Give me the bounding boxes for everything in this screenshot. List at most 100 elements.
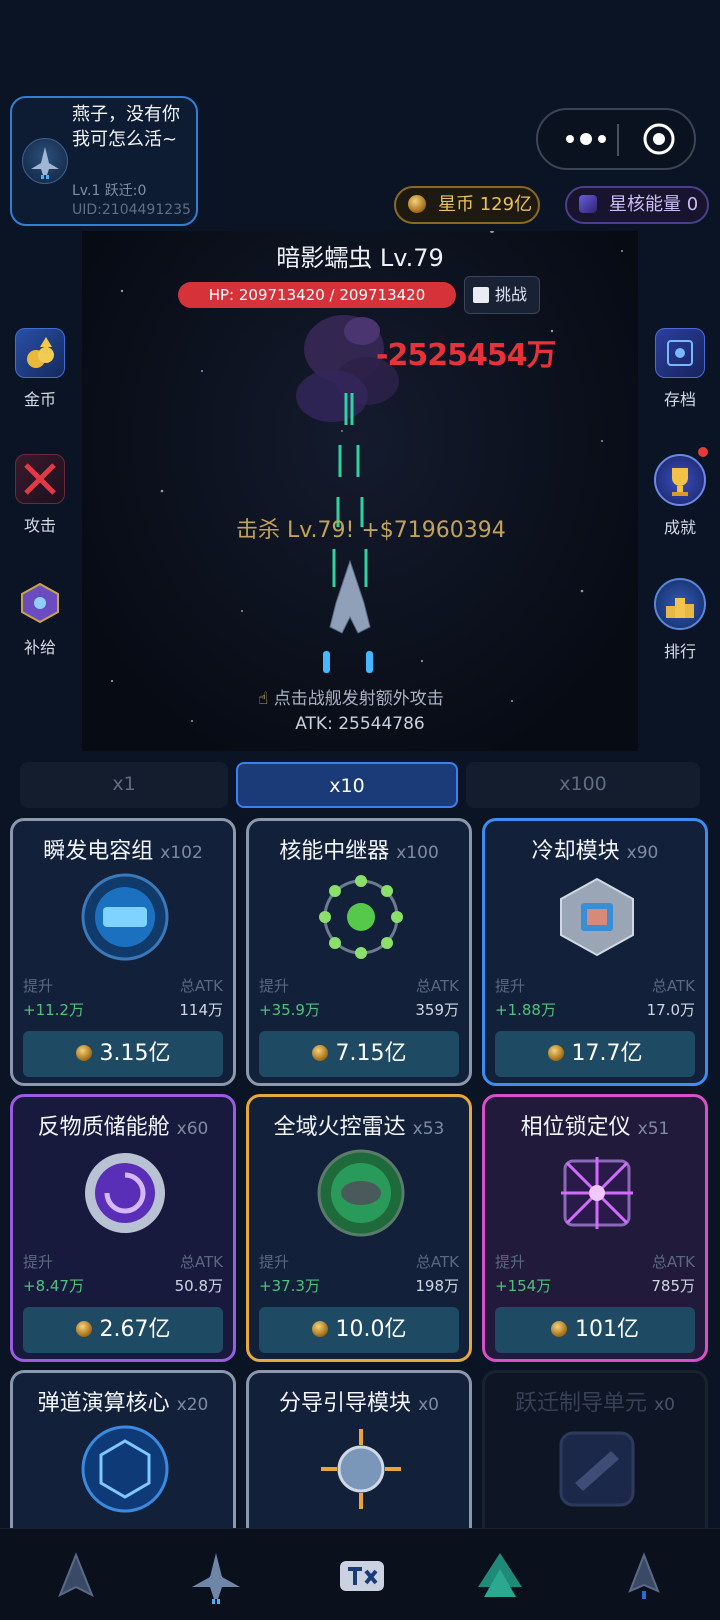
nav-warship-icon[interactable] [186,1547,246,1607]
module-card[interactable]: 冷却模块 x90 提升 总ATK +1.88万 17.0万 17.7亿 [482,818,708,1086]
side-button-ranking-label: 排行 [663,642,696,661]
more-dots-icon[interactable] [558,124,614,154]
tap-hint-text: 点击战舰发射额外攻击 [273,689,444,709]
buy-button[interactable]: 2.67亿 [23,1307,223,1353]
total-atk-value: 17.0万 [646,1001,695,1019]
laser-bullets [332,393,368,587]
module-card[interactable]: 全域火控雷达 x53 提升 总ATK +37.3万 198万 10.0亿 [246,1094,472,1362]
challenge-checkbox[interactable] [473,287,489,303]
damage-number: -2525454万 [376,338,557,373]
upgrade-label: 提升 [23,977,54,995]
module-card[interactable]: 瞬发电容组 x102 提升 总ATK +11.2万 114万 3.15亿 [10,818,236,1086]
module-count: x53 [412,1119,445,1139]
module-count: x20 [176,1395,209,1415]
module-count: x51 [637,1119,670,1139]
attack-value: ATK: 25544786 [295,714,425,734]
module-count: x90 [626,843,659,863]
side-button-ranking[interactable]: 排行 [640,578,720,662]
side-button-achievements[interactable]: 成就 [640,454,720,538]
module-count: x0 [418,1395,439,1415]
buy-button[interactable]: 17.7亿 [495,1031,695,1077]
player-level: Lv.1 跃迁:0 [72,183,147,199]
antimatter-pod-icon [85,1153,165,1233]
upgrade-value: +154万 [495,1277,552,1295]
side-button-supply-label: 补给 [23,638,56,657]
player-avatar[interactable] [22,138,68,184]
module-card[interactable]: 反物质储能舱 x60 提升 总ATK +8.47万 50.8万 2.67亿 [10,1094,236,1362]
buy-cost: 3.15亿 [99,1041,171,1066]
module-name: 全域火控雷达 [273,1115,406,1140]
nav-upgrade-logo-icon[interactable] [332,1547,392,1607]
crossed-swords-icon [15,454,65,504]
buy-cost: 2.67亿 [99,1317,171,1342]
side-button-gold[interactable]: 金币 [0,328,80,410]
module-card[interactable]: 分导引导模块 x0 [246,1370,472,1528]
buy-button[interactable]: 101亿 [495,1307,695,1353]
module-name: 冷却模块 [531,839,620,864]
module-title: 核能中继器 x100 [249,833,469,865]
challenge-toggle[interactable]: 挑战 [464,276,540,314]
buy-cost: 10.0亿 [335,1317,407,1342]
buy-button[interactable]: 3.15亿 [23,1031,223,1077]
module-name: 核能中继器 [279,839,390,864]
total-atk-label: 总ATK [651,977,695,995]
upgrade-label: 提升 [259,977,290,995]
module-count: x102 [160,843,203,863]
save-disk-icon [655,328,705,378]
side-button-attack-label: 攻击 [23,516,56,535]
side-button-save[interactable]: 存档 [640,328,720,410]
module-name: 弹道演算核心 [37,1391,170,1416]
total-atk-value: 198万 [415,1277,459,1295]
capacitor-module-icon [81,873,169,961]
module-name: 相位锁定仪 [520,1115,631,1140]
module-title: 瞬发电容组 x102 [13,833,233,865]
total-atk-value: 785万 [651,1277,695,1295]
upgrade-label: 提升 [495,977,526,995]
side-button-attack[interactable]: 攻击 [0,454,80,536]
capsule-divider [617,124,619,156]
multiplier-x1[interactable]: x1 [20,762,228,808]
nav-fleet-icon[interactable] [46,1547,106,1607]
coin-icon [75,1045,92,1061]
player-name: 燕子，没有你我可怎么活~ [72,104,180,150]
side-button-supply[interactable]: 补给 [0,578,80,658]
module-name: 跃迁制导单元 [515,1391,648,1416]
module-card[interactable]: 核能中继器 x100 提升 总ATK +35.9万 359万 7.15亿 [246,818,472,1086]
module-title: 冷却模块 x90 [485,833,705,865]
battle-scene [110,231,623,722]
buy-cost: 17.7亿 [571,1041,643,1066]
boss-hp-bar: HP: 209713420 / 209713420 [178,282,456,308]
coin-icon [551,1321,567,1337]
module-title: 反物质储能舱 x60 [13,1109,233,1141]
side-button-gold-label: 金币 [23,390,56,409]
multiplier-x10[interactable]: x10 [236,762,458,808]
bottom-navigation [0,1528,720,1620]
module-title: 跃迁制导单元 x0 [485,1385,705,1417]
module-card[interactable]: 弹道演算核心 x20 [10,1370,236,1528]
buy-button[interactable]: 7.15亿 [259,1031,459,1077]
module-title: 相位锁定仪 x51 [485,1109,705,1141]
buy-button[interactable]: 10.0亿 [259,1307,459,1353]
total-atk-label: 总ATK [415,1253,459,1271]
cooling-module-icon [560,877,634,957]
module-count: x0 [654,1395,675,1415]
battle-area[interactable] [82,231,638,751]
upgrade-label: 提升 [495,1253,526,1271]
guidance-module-icon [321,1429,401,1509]
star-core-energy-icon [579,195,597,213]
trophy-icon [654,454,706,506]
nav-tech-icon[interactable] [470,1547,530,1607]
module-title: 弹道演算核心 x20 [13,1385,233,1417]
multiplier-x100[interactable]: x100 [466,762,700,808]
spaceship-avatar-icon [31,147,59,179]
player-card[interactable]: 燕子，没有你我可怎么活~ Lv.1 跃迁:0 UID:2104491235 [10,96,198,226]
module-card[interactable]: 相位锁定仪 x51 提升 总ATK +154万 785万 101亿 [482,1094,708,1362]
module-name: 反物质储能舱 [37,1115,170,1140]
coin-icon [547,1045,564,1061]
gold-coins-icon [15,328,65,378]
nav-rocket-icon[interactable] [614,1547,674,1607]
player-uid: UID:2104491235 [72,202,191,218]
coin-icon [311,1045,328,1061]
close-target-icon[interactable] [642,122,676,156]
total-atk-label: 总ATK [651,1253,695,1271]
